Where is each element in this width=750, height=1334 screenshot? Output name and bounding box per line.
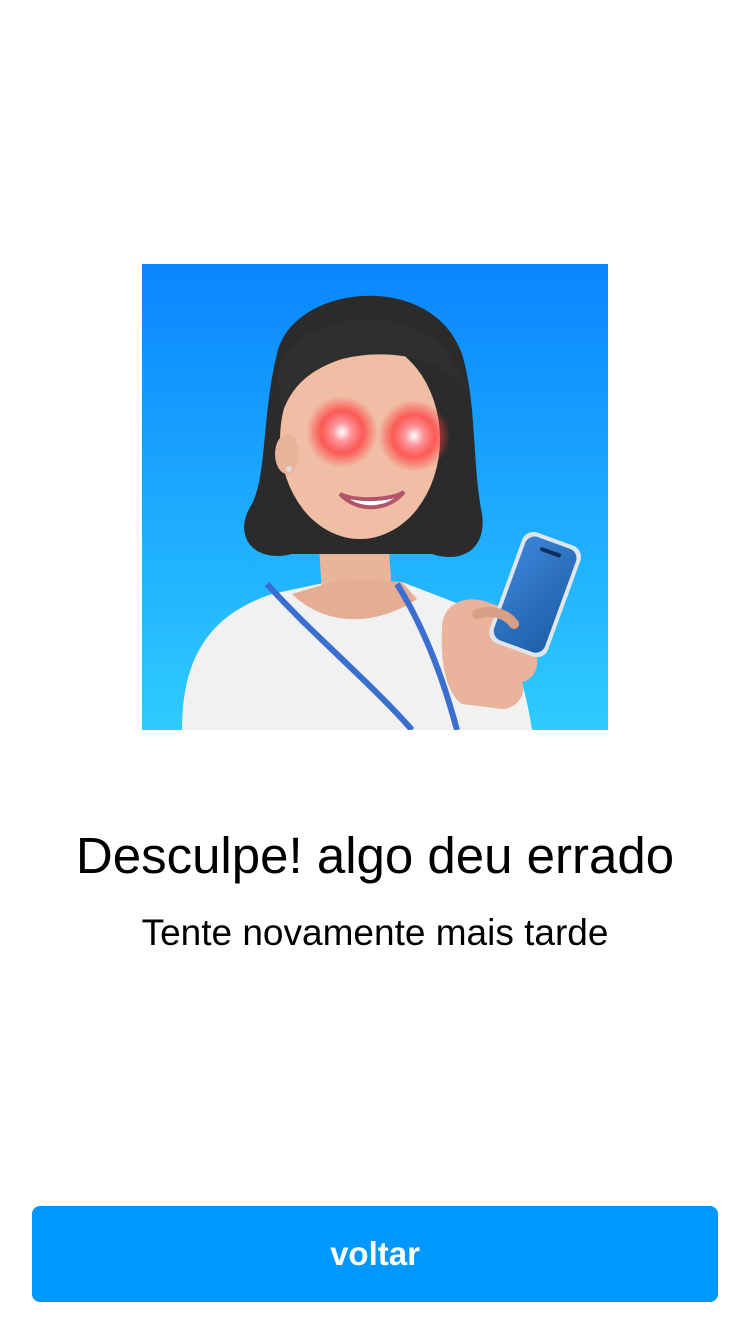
error-screen: Desculpe! algo deu errado Tente novament… bbox=[0, 0, 750, 1334]
error-message: Tente novamente mais tarde bbox=[141, 912, 609, 953]
error-title: Desculpe! algo deu errado bbox=[75, 827, 675, 884]
back-button[interactable]: voltar bbox=[32, 1206, 718, 1302]
avatar-woman-glowing-red-eyes-holding-phone-icon bbox=[142, 264, 608, 730]
error-illustration bbox=[142, 264, 608, 730]
